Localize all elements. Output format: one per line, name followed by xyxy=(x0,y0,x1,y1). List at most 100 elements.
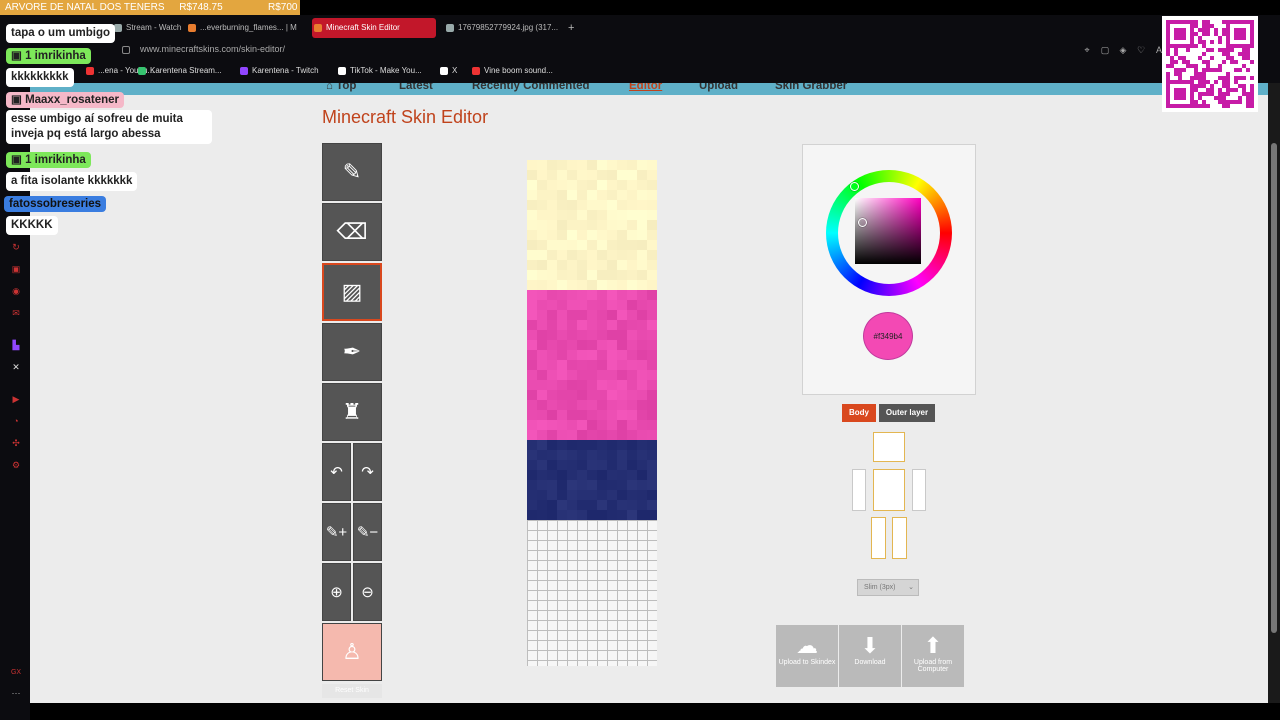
skin-pixel[interactable] xyxy=(537,160,547,170)
tab-stream[interactable]: Stream - Watch xyxy=(112,18,182,38)
skin-pixel[interactable] xyxy=(547,440,557,450)
skin-pixel[interactable] xyxy=(557,480,567,490)
skin-pixel[interactable] xyxy=(607,510,617,520)
skin-pixel[interactable] xyxy=(627,290,637,300)
skin-pixel[interactable] xyxy=(617,320,627,330)
skin-pixel[interactable] xyxy=(607,310,617,320)
skin-pixel[interactable] xyxy=(647,240,657,250)
skin-pixel[interactable] xyxy=(577,490,587,500)
skin-pixel[interactable] xyxy=(617,300,627,310)
skin-pixel[interactable] xyxy=(647,320,657,330)
body-layer-button[interactable]: Body xyxy=(842,404,876,422)
skin-pixel[interactable] xyxy=(527,430,537,440)
skin-pixel[interactable] xyxy=(647,280,657,290)
skin-pixel[interactable] xyxy=(587,360,597,370)
skin-pixel[interactable] xyxy=(547,260,557,270)
model-select[interactable]: Slim (3px) ⌄ xyxy=(857,579,919,596)
skin-pixel[interactable] xyxy=(607,370,617,380)
skin-pixel[interactable] xyxy=(527,250,537,260)
skin-pixel[interactable] xyxy=(557,400,567,410)
zoom-in-button[interactable]: ⊕ xyxy=(322,563,351,621)
skin-pixel[interactable] xyxy=(577,250,587,260)
skin-pixel[interactable] xyxy=(557,250,567,260)
skin-pixel[interactable] xyxy=(617,170,627,180)
skin-pixel[interactable] xyxy=(647,190,657,200)
bookmark-twitch[interactable]: Karentena - Twitch xyxy=(240,66,319,75)
skin-pixel[interactable] xyxy=(587,300,597,310)
undo-button[interactable]: ↶ xyxy=(322,443,351,501)
skin-pixel[interactable] xyxy=(637,280,647,290)
reset-skin-button[interactable]: ♙ xyxy=(322,623,382,681)
skin-pixel[interactable] xyxy=(637,390,647,400)
skin-pixel[interactable] xyxy=(537,380,547,390)
skin-pixel[interactable] xyxy=(627,390,637,400)
skin-pixel[interactable] xyxy=(547,390,557,400)
skin-pixel[interactable] xyxy=(567,400,577,410)
skin-pixel[interactable] xyxy=(537,360,547,370)
skin-pixel[interactable] xyxy=(587,350,597,360)
skin-pixel[interactable] xyxy=(557,380,567,390)
skin-pixel[interactable] xyxy=(607,340,617,350)
skin-pixel[interactable] xyxy=(627,280,637,290)
skin-pixel[interactable] xyxy=(617,180,627,190)
skin-pixel[interactable] xyxy=(647,440,657,450)
skin-pixel[interactable] xyxy=(567,310,577,320)
skin-pixel[interactable] xyxy=(587,510,597,520)
skin-pixel[interactable] xyxy=(597,170,607,180)
mail-icon[interactable]: ✉ xyxy=(10,307,22,319)
skin-pixel[interactable] xyxy=(537,310,547,320)
skin-pixel[interactable] xyxy=(627,420,637,430)
skin-pixel[interactable] xyxy=(547,280,557,290)
skin-pixel[interactable] xyxy=(567,480,577,490)
skin-pixel[interactable] xyxy=(627,320,637,330)
skin-pixel[interactable] xyxy=(527,360,537,370)
skin-pixel[interactable] xyxy=(627,350,637,360)
skin-pixel[interactable] xyxy=(577,350,587,360)
bookmark-karentena-stream[interactable]: Karentena Stream... xyxy=(138,66,222,75)
skin-pixel[interactable] xyxy=(567,430,577,440)
skin-pixel[interactable] xyxy=(527,190,537,200)
skin-pixel[interactable] xyxy=(617,330,627,340)
skin-pixel[interactable] xyxy=(617,430,627,440)
skin-pixel[interactable] xyxy=(567,440,577,450)
skin-pixel[interactable] xyxy=(587,280,597,290)
skin-pixel[interactable] xyxy=(627,380,637,390)
url-field[interactable]: www.minecraftskins.com/skin-editor/ xyxy=(140,44,285,54)
skin-pixel[interactable] xyxy=(627,190,637,200)
skin-pixel[interactable] xyxy=(557,280,567,290)
skin-pixel[interactable] xyxy=(597,370,607,380)
skin-pixel[interactable] xyxy=(547,210,557,220)
skin-pixel[interactable] xyxy=(567,510,577,520)
skin-pixel[interactable] xyxy=(527,510,537,520)
skin-pixel[interactable] xyxy=(617,250,627,260)
skin-pixel[interactable] xyxy=(537,200,547,210)
skin-pixel[interactable] xyxy=(537,170,547,180)
skin-pixel[interactable] xyxy=(597,270,607,280)
skin-pixel[interactable] xyxy=(557,450,567,460)
skin-pixel[interactable] xyxy=(647,500,657,510)
skin-pixel[interactable] xyxy=(567,180,577,190)
skin-pixel[interactable] xyxy=(547,380,557,390)
skin-pixel[interactable] xyxy=(537,270,547,280)
skin-pixel[interactable] xyxy=(547,290,557,300)
skin-pixel[interactable] xyxy=(597,180,607,190)
skin-pixel[interactable] xyxy=(547,340,557,350)
skin-pixel[interactable] xyxy=(597,350,607,360)
skin-pixel[interactable] xyxy=(527,240,537,250)
skin-pixel[interactable] xyxy=(557,470,567,480)
skin-pixel[interactable] xyxy=(567,360,577,370)
skin-pixel[interactable] xyxy=(577,390,587,400)
pin-icon[interactable]: ⌖ xyxy=(1082,45,1092,55)
skin-pixel[interactable] xyxy=(527,230,537,240)
skin-pixel[interactable] xyxy=(647,310,657,320)
skin-pixel[interactable] xyxy=(527,490,537,500)
skin-pixel[interactable] xyxy=(577,200,587,210)
skin-pixel[interactable] xyxy=(647,470,657,480)
skin-pixel[interactable] xyxy=(577,220,587,230)
bookmark-x[interactable]: X xyxy=(440,66,457,75)
skin-pixel[interactable] xyxy=(617,480,627,490)
skin-pixel[interactable] xyxy=(647,420,657,430)
skin-pixel[interactable] xyxy=(607,360,617,370)
skin-pixel[interactable] xyxy=(587,160,597,170)
skin-pixel[interactable] xyxy=(637,460,647,470)
